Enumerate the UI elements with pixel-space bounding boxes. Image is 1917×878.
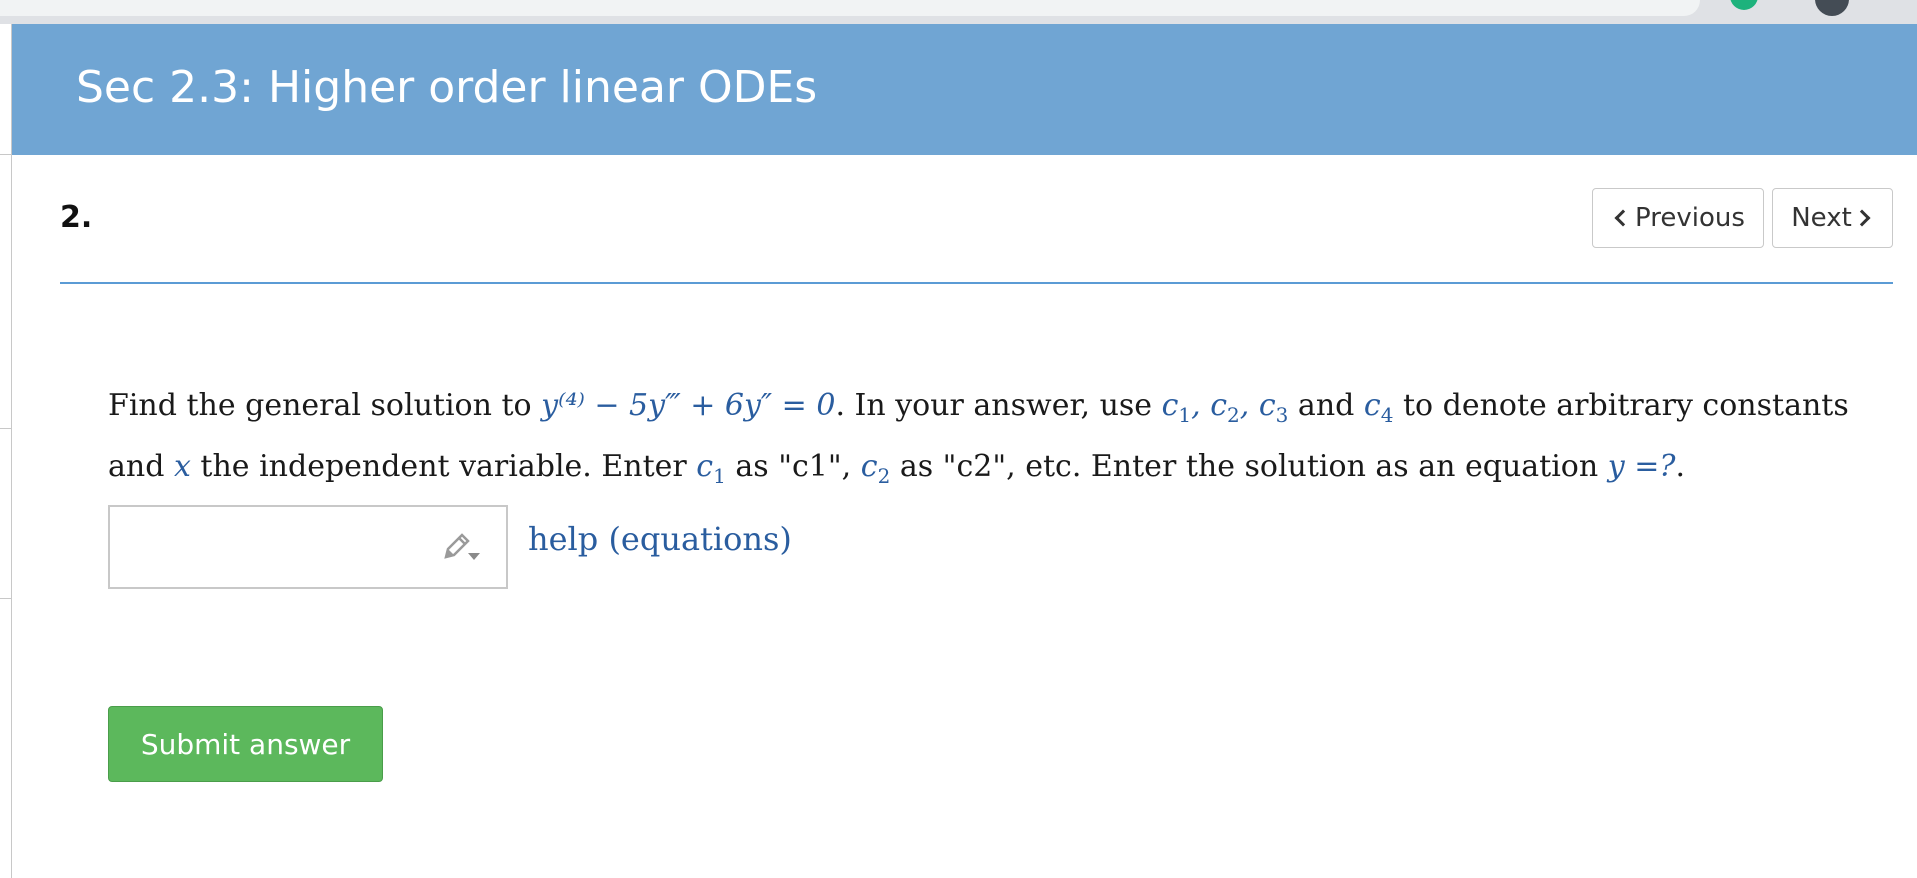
constant-c1-example: c1 bbox=[696, 449, 726, 488]
chevron-right-icon bbox=[1853, 209, 1871, 227]
section-header: Sec 2.3: Higher order linear ODEs bbox=[12, 24, 1917, 155]
question-text-part: the independent variable. Enter bbox=[190, 449, 697, 484]
variable-x: x bbox=[173, 449, 191, 484]
previous-button[interactable]: Previous bbox=[1592, 188, 1764, 248]
help-equations-link[interactable]: help (equations) bbox=[528, 520, 792, 558]
header-divider bbox=[60, 282, 1893, 284]
chevron-left-icon bbox=[1614, 209, 1632, 227]
submit-answer-button[interactable]: Submit answer bbox=[108, 706, 383, 782]
constant-c4: c4 bbox=[1363, 388, 1394, 427]
constant-c2: c2 bbox=[1210, 388, 1240, 427]
answer-input[interactable] bbox=[110, 507, 440, 587]
question-text-part: . bbox=[1675, 449, 1685, 484]
question-text-part: and bbox=[1288, 388, 1364, 423]
question-text-part: as "c2", etc. Enter the solution as an e… bbox=[890, 449, 1608, 484]
constant-c2-example: c2 bbox=[860, 449, 891, 488]
profile-avatar[interactable] bbox=[1815, 0, 1849, 16]
extension-icon[interactable] bbox=[1730, 0, 1758, 10]
math-comma: , bbox=[1191, 388, 1211, 423]
left-sidebar-edge bbox=[0, 24, 12, 878]
ode-equation: y⁽⁴⁾ − 5y‴ + 6y″ = 0 bbox=[541, 388, 836, 423]
previous-label: Previous bbox=[1635, 203, 1745, 233]
section-title: Sec 2.3: Higher order linear ODEs bbox=[76, 62, 818, 113]
next-button[interactable]: Next bbox=[1772, 188, 1893, 248]
sidebar-divider bbox=[0, 428, 11, 429]
constant-c1: c1 bbox=[1161, 388, 1192, 427]
constant-c3: c3 bbox=[1258, 388, 1289, 427]
answer-field-container[interactable] bbox=[108, 505, 508, 589]
browser-chrome-strip bbox=[0, 0, 1917, 24]
question-text: Find the general solution to y⁽⁴⁾ − 5y‴ … bbox=[108, 380, 1898, 502]
question-text-part: Find the general solution to bbox=[108, 388, 542, 423]
answer-form-equation: y =? bbox=[1607, 449, 1676, 484]
problem-number: 2. bbox=[60, 200, 93, 235]
address-bar-edge[interactable] bbox=[0, 0, 1700, 16]
question-text-part: as "c1", bbox=[725, 449, 861, 484]
sidebar-divider bbox=[0, 598, 11, 599]
math-comma: , bbox=[1239, 388, 1259, 423]
pencil-icon[interactable] bbox=[440, 529, 484, 565]
sidebar-divider bbox=[0, 154, 11, 155]
next-label: Next bbox=[1791, 203, 1852, 233]
question-text-part: . In your answer, use bbox=[835, 388, 1162, 423]
